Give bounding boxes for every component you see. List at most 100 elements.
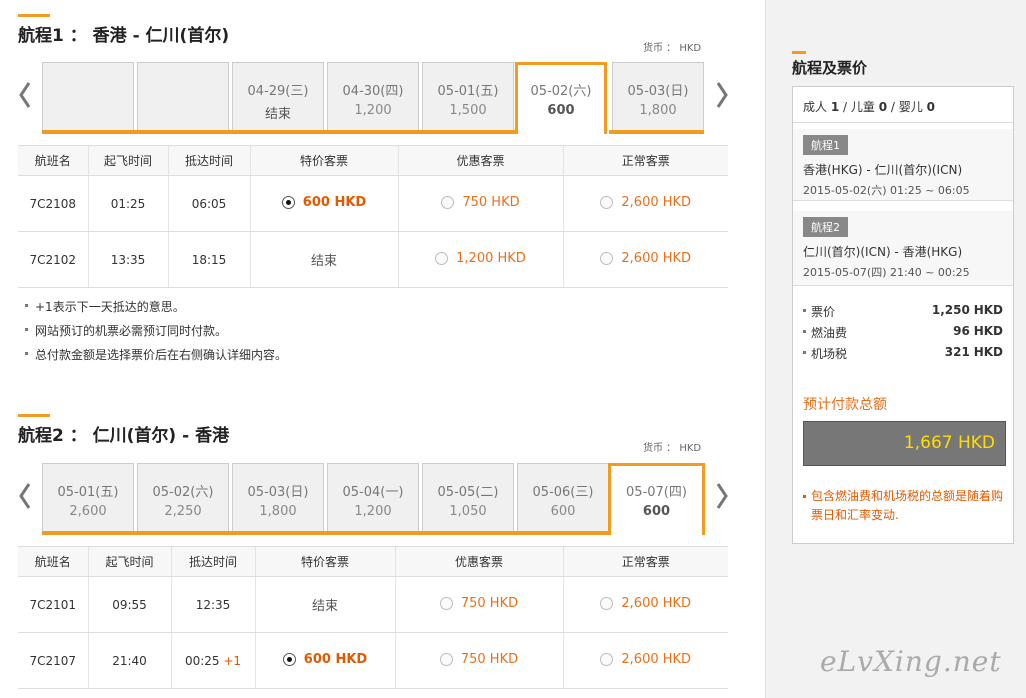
departure-time: 09:55 bbox=[87, 576, 171, 633]
leg1-prev-arrow-icon[interactable] bbox=[18, 80, 32, 110]
adult-count: 1 bbox=[830, 100, 840, 114]
table-row: 7C2102 13:35 18:15 结束 1,200 HKD 2,600 HK… bbox=[18, 231, 728, 288]
tax-row: 机场税 321 HKD bbox=[803, 345, 1003, 366]
radio-icon[interactable] bbox=[435, 252, 449, 265]
table-header-row: 航班名 起飞时间 抵达时间 特价客票 优惠客票 正常客票 bbox=[18, 546, 728, 577]
adult-label: 成人 bbox=[803, 100, 828, 114]
leg1-day-0430[interactable]: 04-30(四) 1,200 bbox=[327, 62, 419, 132]
flight-number: 7C2101 bbox=[18, 576, 88, 633]
radio-icon[interactable] bbox=[439, 653, 453, 666]
promo-fare-option[interactable]: 750 HKD bbox=[439, 652, 518, 667]
leg2-day-0502[interactable]: 05-02(六) 2,250 bbox=[137, 463, 229, 533]
fare-label: 票价 bbox=[803, 303, 835, 324]
col-flight: 航班名 bbox=[18, 145, 88, 176]
day-price: 600 bbox=[642, 504, 671, 519]
leg1-day-2 bbox=[137, 62, 229, 132]
leg1-day-0501[interactable]: 05-01(五) 1,500 bbox=[422, 62, 514, 132]
radio-icon[interactable] bbox=[600, 653, 614, 666]
leg2-day-0505[interactable]: 05-05(二) 1,050 bbox=[422, 463, 514, 533]
day-date: 05-06(三) bbox=[532, 485, 594, 500]
leg1-next-arrow-icon[interactable] bbox=[715, 80, 729, 110]
leg2-prev-arrow-icon[interactable] bbox=[18, 481, 32, 511]
day-date: 05-01(五) bbox=[57, 485, 119, 500]
leg1-day-0502-selected[interactable]: 05-02(六) 600 bbox=[515, 62, 607, 134]
fare-ended-text: 结束 bbox=[310, 254, 337, 269]
leg1-route: 香港(HKG) - 仁川(首尔)(ICN) bbox=[803, 163, 963, 177]
fare-price: 600 HKD bbox=[303, 652, 368, 667]
radio-icon[interactable] bbox=[441, 196, 455, 209]
table-row: 7C2101 09:55 12:35 结束 750 HKD 2,600 HKD bbox=[18, 576, 728, 633]
fare-row: 票价 1,250 HKD bbox=[803, 303, 1003, 324]
leg1-day-0503[interactable]: 05-03(日) 1,800 bbox=[612, 62, 704, 132]
leg2-day-0501[interactable]: 05-01(五) 2,600 bbox=[42, 463, 134, 533]
special-fare-option[interactable]: 600 HKD bbox=[282, 652, 368, 667]
summary-title: 航程及票价 bbox=[792, 59, 868, 77]
leg1-day-1 bbox=[42, 62, 134, 132]
table-row: 7C2108 01:25 06:05 600 HKD 750 HKD 2,600… bbox=[18, 175, 728, 232]
next-day-marker: +1 bbox=[223, 653, 242, 668]
col-normal-fare: 正常客票 bbox=[562, 145, 728, 176]
leg1-time: 2015-05-02(六) 01:25 ~ 06:05 bbox=[803, 184, 970, 197]
col-departure: 起飞时间 bbox=[87, 546, 171, 577]
leg2-day-0503[interactable]: 05-03(日) 1,800 bbox=[232, 463, 324, 533]
leg1-strip-underline-left bbox=[42, 130, 518, 134]
fuel-unit: HKD bbox=[973, 324, 1003, 338]
fare-price: 2,600 HKD bbox=[621, 251, 692, 266]
day-price: 1,800 bbox=[639, 103, 677, 118]
total-label: 预计付款总额 bbox=[803, 397, 887, 413]
normal-fare-option[interactable]: 2,600 HKD bbox=[600, 596, 691, 611]
passenger-count: 成人 1 / 儿童 0 / 婴儿 0 bbox=[793, 87, 1013, 123]
leg2-day-0507-selected[interactable]: 05-07(四) 600 bbox=[608, 463, 705, 535]
col-special-fare: 特价客票 bbox=[249, 145, 398, 176]
fare-price: 1,200 HKD bbox=[456, 251, 526, 266]
radio-icon[interactable] bbox=[600, 597, 614, 610]
cost-breakdown: 票价 1,250 HKD 燃油费 96 HKD 机场税 321 HKD bbox=[803, 303, 1003, 366]
day-price: 2,600 bbox=[69, 504, 107, 519]
day-date: 05-04(一) bbox=[342, 485, 404, 500]
arrival-time: 12:35 bbox=[170, 576, 255, 633]
radio-icon[interactable] bbox=[600, 252, 614, 265]
leg2-strip-underline bbox=[42, 531, 610, 535]
arrival-time: 06:05 bbox=[167, 175, 250, 232]
promo-fare-option[interactable]: 1,200 HKD bbox=[435, 251, 526, 266]
fare-value: 1,250 bbox=[931, 303, 970, 317]
day-date: 05-07(四) bbox=[626, 485, 687, 500]
radio-selected-icon[interactable] bbox=[281, 196, 295, 209]
leg1-accent bbox=[18, 14, 50, 17]
radio-icon[interactable] bbox=[600, 196, 614, 209]
note-item: 网站预订的机票必需预订同时付款。 bbox=[25, 322, 287, 346]
leg1-strip-underline-right bbox=[609, 130, 704, 134]
day-price: 1,050 bbox=[449, 504, 487, 519]
day-price: 1,200 bbox=[354, 504, 392, 519]
fare-price: 2,600 HKD bbox=[621, 596, 692, 611]
normal-fare-option[interactable]: 2,600 HKD bbox=[600, 195, 691, 210]
fare-unit: HKD bbox=[973, 303, 1003, 317]
leg2-day-0504[interactable]: 05-04(一) 1,200 bbox=[327, 463, 419, 533]
leg1-badge: 航程1 bbox=[803, 135, 848, 155]
leg2-next-arrow-icon[interactable] bbox=[715, 481, 729, 511]
fare-price: 750 HKD bbox=[460, 596, 519, 611]
leg2-day-0506[interactable]: 05-06(三) 600 bbox=[517, 463, 609, 533]
flight-number: 7C2107 bbox=[18, 632, 88, 689]
promo-fare-option[interactable]: 750 HKD bbox=[439, 596, 519, 611]
leg2-flight-table: 航班名 起飞时间 抵达时间 特价客票 优惠客票 正常客票 7C2101 09:5… bbox=[18, 546, 728, 689]
radio-selected-icon[interactable] bbox=[282, 653, 296, 666]
day-price: 1,500 bbox=[449, 103, 487, 118]
leg1-flight-table: 航班名 起飞时间 抵达时间 特价客票 优惠客票 正常客票 7C2108 01:2… bbox=[18, 145, 728, 288]
day-date: 05-05(二) bbox=[437, 485, 499, 500]
leg2-route: 仁川(首尔)(ICN) - 香港(HKG) bbox=[803, 245, 963, 259]
arrival-time: 18:15 bbox=[167, 231, 250, 288]
normal-fare-option[interactable]: 2,600 HKD bbox=[600, 652, 691, 667]
radio-icon[interactable] bbox=[439, 597, 453, 610]
leg1-currency: 货币 ： HKD bbox=[643, 43, 702, 54]
summary-leg1: 航程1 香港(HKG) - 仁川(首尔)(ICN) 2015-05-02(六) … bbox=[793, 129, 1013, 201]
total-amount: 1,667 HKD bbox=[803, 421, 1006, 466]
tax-value: 321 bbox=[944, 345, 970, 359]
normal-fare-option[interactable]: 2,600 HKD bbox=[600, 251, 691, 266]
leg1-day-0429[interactable]: 04-29(三) 结束 bbox=[232, 62, 324, 132]
note-item: 总付款金额是选择票价后在右侧确认详细内容。 bbox=[25, 346, 287, 370]
child-label: 儿童 bbox=[850, 100, 875, 114]
special-fare-option[interactable]: 600 HKD bbox=[281, 195, 366, 210]
arrival-time: 00:25 +1 bbox=[170, 632, 255, 689]
promo-fare-option[interactable]: 750 HKD bbox=[441, 195, 520, 210]
